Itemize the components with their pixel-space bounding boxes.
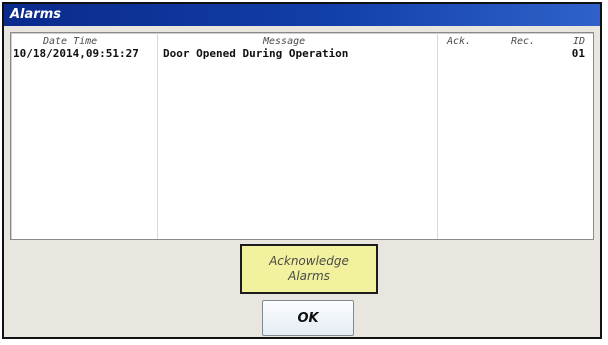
dialog-title: Alarms bbox=[4, 4, 600, 26]
alarm-id: 01 bbox=[571, 47, 585, 60]
acknowledge-label-line2: Alarms bbox=[288, 269, 330, 283]
header-ack: Ack. bbox=[447, 36, 472, 47]
alarm-message: Door Opened During Operation bbox=[163, 47, 349, 60]
acknowledge-label-line1: Acknowledge bbox=[269, 254, 349, 268]
alarms-dialog: Alarms Date Time Message Ack. Rec. ID 10… bbox=[2, 2, 602, 339]
ok-button[interactable]: OK bbox=[262, 300, 354, 336]
alarm-row[interactable]: 10/18/2014,09:51:27 Door Opened During O… bbox=[11, 48, 593, 60]
column-divider bbox=[157, 33, 158, 239]
column-divider bbox=[437, 33, 438, 239]
alarm-list[interactable]: Date Time Message Ack. Rec. ID 10/18/201… bbox=[10, 32, 594, 240]
acknowledge-alarms-button[interactable]: Acknowledge Alarms bbox=[240, 244, 378, 294]
alarm-date-time: 10/18/2014,09:51:27 bbox=[13, 47, 139, 60]
header-rec: Rec. bbox=[511, 36, 536, 47]
